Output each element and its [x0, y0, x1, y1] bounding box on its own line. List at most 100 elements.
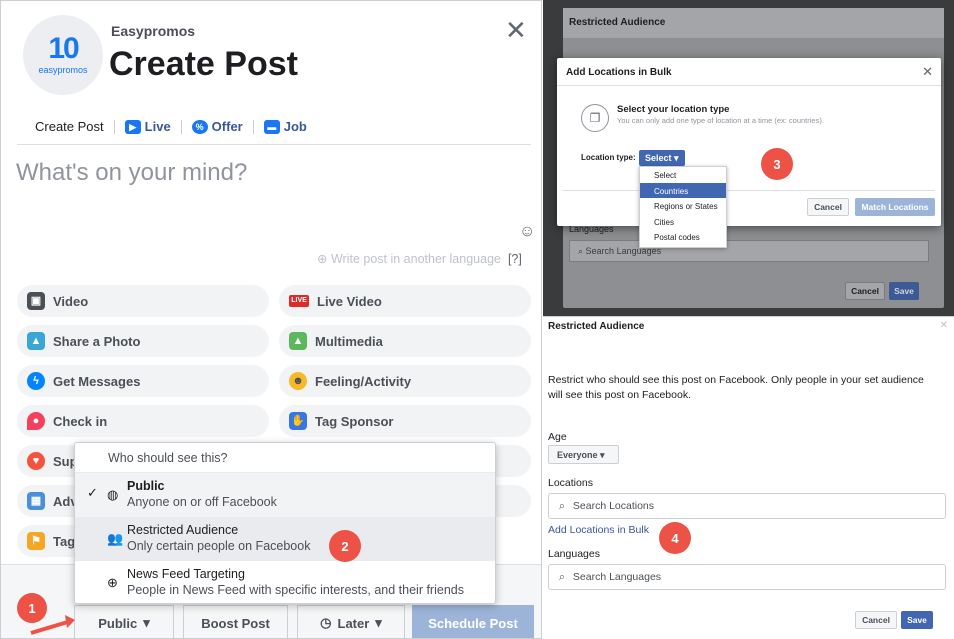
search-icon: ⌕	[559, 499, 565, 512]
select-label: Select	[645, 153, 672, 163]
location-type-subheading: You can only add one type of location at…	[617, 116, 824, 125]
action-label: Tag	[53, 533, 76, 549]
easypromos-logo: 10 easypromos	[23, 15, 103, 95]
search-locations-placeholder: Search Locations	[572, 500, 655, 512]
action-label: Multimedia	[315, 333, 383, 349]
menu-item-select[interactable]: Select	[640, 167, 726, 183]
audience-option-news-feed[interactable]: ⊕ News Feed Targeting People in News Fee…	[75, 561, 495, 605]
clapperboard-icon: ▣	[27, 292, 45, 310]
option-subtitle: Anyone on or off Facebook	[127, 495, 277, 509]
tab-job-label: Job	[283, 119, 307, 134]
caret-down-icon: ▾	[674, 152, 679, 163]
backdrop-save-button: Save	[889, 282, 919, 300]
action-get-messages[interactable]: ϟ Get Messages	[17, 365, 269, 397]
step-badge-4: 4	[659, 522, 691, 554]
audience-button-label: Public	[98, 615, 138, 631]
check-icon: ✓	[87, 485, 98, 500]
locations-label: Locations	[548, 477, 593, 489]
write-another-language-link[interactable]: ⊕ Write post in another language [?]	[317, 251, 522, 266]
later-button[interactable]: ◷ Later ▾	[297, 605, 405, 638]
bulk-locations-screenshot: Restricted Audience Languages ⌕ Search L…	[543, 0, 954, 316]
logo-text: easypromos	[38, 65, 88, 75]
cancel-button[interactable]: Cancel	[807, 198, 849, 216]
action-label: Get Messages	[53, 373, 141, 389]
logo-number: 10	[48, 32, 79, 65]
add-locations-bulk-dialog: Add Locations in Bulk ✕ ❐ Select your lo…	[557, 58, 941, 248]
option-title: Public	[127, 479, 165, 493]
age-select[interactable]: Everyone ▾	[548, 445, 619, 464]
clock-icon: ◷	[320, 615, 332, 630]
action-label: Live Video	[317, 293, 382, 309]
location-type-heading: Select your location type	[617, 104, 730, 115]
globe-icon: ◍	[107, 487, 119, 502]
multimedia-icon: ▲	[289, 332, 307, 350]
audience-option-public[interactable]: ✓ ◍ Public Anyone on or off Facebook	[75, 473, 495, 517]
menu-item-countries[interactable]: Countries	[640, 182, 726, 198]
divider	[113, 119, 115, 134]
flag-icon: ⚑	[27, 532, 45, 550]
action-check-in[interactable]: ● Check in	[17, 405, 269, 437]
tab-job[interactable]: ▬ Job	[260, 119, 311, 134]
option-title: Restricted Audience	[127, 523, 239, 537]
dialog-title: Restricted Audience	[548, 321, 645, 332]
action-label: Check in	[53, 413, 108, 429]
divider	[180, 119, 182, 134]
page-name: Easypromos	[111, 23, 196, 39]
emoji-icon[interactable]: ☺	[519, 223, 535, 241]
action-tag-sponsor[interactable]: ✋ Tag Sponsor	[279, 405, 531, 437]
boost-post-button[interactable]: Boost Post	[183, 605, 288, 638]
dialog-title: Create Post	[109, 45, 298, 83]
divider	[563, 190, 935, 191]
location-type-label: Location type:	[581, 153, 636, 162]
later-button-label: Later	[337, 615, 370, 631]
action-multimedia[interactable]: ▲ Multimedia	[279, 325, 531, 357]
action-feeling-activity[interactable]: ☻ Feeling/Activity	[279, 365, 531, 397]
schedule-post-button[interactable]: Schedule Post	[412, 605, 534, 638]
action-video[interactable]: ▣ Video	[17, 285, 269, 317]
create-post-dialog: 10 easypromos Easypromos Create Post ✕ C…	[0, 0, 542, 639]
caret-down-icon: ▾	[143, 615, 150, 630]
tab-offer[interactable]: % Offer	[188, 119, 247, 134]
audience-option-restricted[interactable]: 👥 Restricted Audience Only certain peopl…	[75, 517, 495, 561]
menu-item-regions[interactable]: Regions or States	[640, 198, 726, 214]
menu-item-cities[interactable]: Cities	[640, 214, 726, 230]
dropdown-heading: Who should see this?	[75, 443, 495, 473]
description-text: Restrict who should see this post on Fac…	[548, 374, 924, 401]
target-icon: ⊕	[107, 575, 118, 590]
save-button[interactable]: Save	[901, 611, 933, 629]
tab-create-post[interactable]: Create Post	[31, 119, 108, 134]
arrow-icon	[30, 615, 75, 635]
backdrop-cancel-button: Cancel	[845, 282, 885, 300]
advertise-icon: ▦	[27, 492, 45, 510]
close-icon[interactable]: ✕	[922, 64, 933, 80]
smiley-icon: ☻	[289, 372, 307, 390]
action-label: Feeling/Activity	[315, 373, 412, 389]
option-subtitle: People in News Feed with specific intere…	[127, 583, 464, 597]
post-text-input[interactable]: What's on your mind?	[16, 159, 247, 187]
close-icon[interactable]: ✕	[940, 320, 948, 331]
heart-icon: ♥	[27, 452, 45, 470]
match-locations-button[interactable]: Match Locations	[855, 198, 935, 216]
audience-button[interactable]: Public ▾	[74, 605, 174, 638]
languages-label: Languages	[548, 548, 600, 560]
age-value: Everyone	[557, 450, 598, 460]
cancel-button[interactable]: Cancel	[855, 611, 897, 629]
people-icon: 👥	[107, 531, 124, 546]
location-type-icon: ❐	[581, 104, 609, 132]
briefcase-icon: ▬	[263, 119, 280, 134]
menu-item-postal-codes[interactable]: Postal codes	[640, 229, 726, 245]
help-link[interactable]: [?]	[508, 252, 522, 266]
search-locations-input[interactable]: ⌕ Search Locations	[548, 493, 946, 519]
tab-live[interactable]: ▶ Live	[121, 119, 175, 134]
caret-down-icon: ▾	[600, 450, 605, 460]
languages-search-backdrop: ⌕ Search Languages	[569, 240, 929, 262]
action-live-video[interactable]: LIVE Live Video	[279, 285, 531, 317]
close-icon[interactable]: ✕	[505, 17, 527, 43]
age-label: Age	[548, 431, 567, 443]
location-type-select[interactable]: Select ▾	[639, 150, 685, 166]
add-locations-bulk-link[interactable]: Add Locations in Bulk	[548, 524, 649, 536]
search-languages-input[interactable]: ⌕ Search Languages	[548, 564, 946, 590]
action-share-photo[interactable]: ▲ Share a Photo	[17, 325, 269, 357]
location-type-menu: Select Countries Regions or States Citie…	[639, 166, 727, 248]
search-languages-placeholder: Search Languages	[572, 571, 662, 583]
